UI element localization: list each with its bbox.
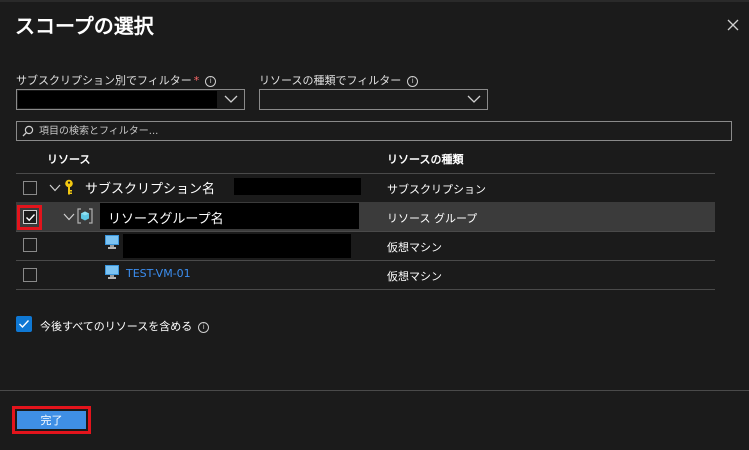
required-marker: *: [193, 74, 200, 87]
include-future-checkbox[interactable]: [16, 316, 32, 332]
column-header-resource: リソース: [47, 153, 91, 166]
row-type: サブスクリプション: [387, 183, 486, 196]
done-button[interactable]: 完了: [17, 411, 86, 429]
row-type: 仮想マシン: [387, 270, 442, 283]
chevron-down-icon: [224, 95, 238, 103]
vm-link[interactable]: TEST-VM-01: [126, 267, 191, 280]
close-button[interactable]: [722, 14, 744, 36]
row-name: サブスクリプション名: [85, 182, 216, 197]
redacted-value: [18, 91, 217, 108]
info-icon[interactable]: i: [407, 75, 419, 87]
row-type: 仮想マシン: [387, 241, 442, 254]
table-row-resource-group[interactable]: リソースグループ名 リソース グループ: [16, 202, 715, 231]
chevron-down-icon: [467, 95, 481, 103]
key-icon: [65, 179, 73, 195]
info-icon[interactable]: i: [198, 321, 210, 333]
chevron-down-icon[interactable]: [63, 213, 75, 221]
chevron-down-icon[interactable]: [49, 184, 61, 192]
virtual-machine-icon: [105, 265, 119, 279]
divider: [16, 289, 715, 290]
virtual-machine-icon: [105, 235, 119, 249]
resource-group-icon: [77, 208, 93, 224]
search-box[interactable]: [16, 121, 732, 141]
row-checkbox[interactable]: [23, 210, 37, 224]
resource-type-filter-label: リソースの種類でフィルター i: [259, 72, 419, 88]
info-icon[interactable]: i: [205, 75, 217, 87]
redacted-text: [123, 234, 351, 258]
row-checkbox[interactable]: [23, 238, 37, 252]
table-row-subscription[interactable]: サブスクリプション名 サブスクリプション: [16, 173, 715, 202]
subscription-filter-label: サブスクリプション別でフィルター * i: [16, 72, 217, 88]
resource-type-filter-dropdown[interactable]: [259, 89, 488, 110]
checkmark-icon: [19, 320, 30, 329]
panel-title: スコープの選択: [15, 14, 154, 38]
redacted-text: [234, 178, 361, 195]
subscription-filter-dropdown[interactable]: [16, 89, 245, 110]
search-input[interactable]: [39, 122, 719, 140]
column-header-resource-type: リソースの種類: [387, 153, 464, 166]
search-icon: [22, 125, 34, 137]
row-checkbox[interactable]: [23, 181, 37, 195]
table-row-virtual-machine[interactable]: 仮想マシン: [16, 231, 715, 260]
include-future-label: 今後すべてのリソースを含める i: [40, 318, 210, 334]
close-icon: [727, 19, 739, 31]
row-checkbox[interactable]: [23, 268, 37, 282]
footer-divider: [0, 390, 749, 391]
row-type: リソース グループ: [387, 212, 478, 225]
checkmark-icon: [26, 214, 36, 222]
top-border: [0, 0, 749, 2]
table-row-virtual-machine[interactable]: TEST-VM-01 仮想マシン: [16, 260, 715, 289]
row-name: リソースグループ名: [108, 212, 224, 227]
